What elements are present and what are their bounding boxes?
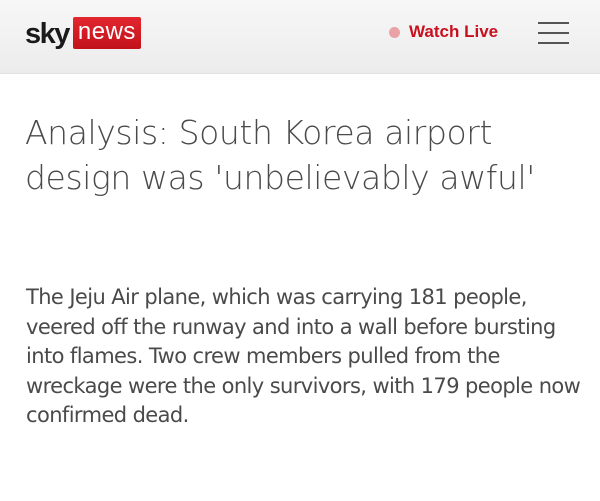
article-headline: Analysis: South Korea airport design was… <box>25 113 535 197</box>
live-dot-icon <box>389 26 400 38</box>
watch-live-label: Watch Live <box>409 22 499 41</box>
site-header: sky news Watch Live <box>0 0 600 74</box>
logo-sky-text: sky <box>25 18 70 50</box>
logo-news-badge: news <box>72 17 141 49</box>
menu-bar-top <box>538 22 569 24</box>
menu-bar-bottom <box>538 42 569 44</box>
hamburger-menu-icon[interactable] <box>538 20 569 46</box>
sky-news-logo[interactable]: sky news <box>25 17 141 49</box>
menu-bar-middle <box>538 32 569 34</box>
article-standfirst: The Jeju Air plane, which was carrying 1… <box>26 285 581 427</box>
watch-live-button[interactable]: Watch Live <box>389 22 498 42</box>
